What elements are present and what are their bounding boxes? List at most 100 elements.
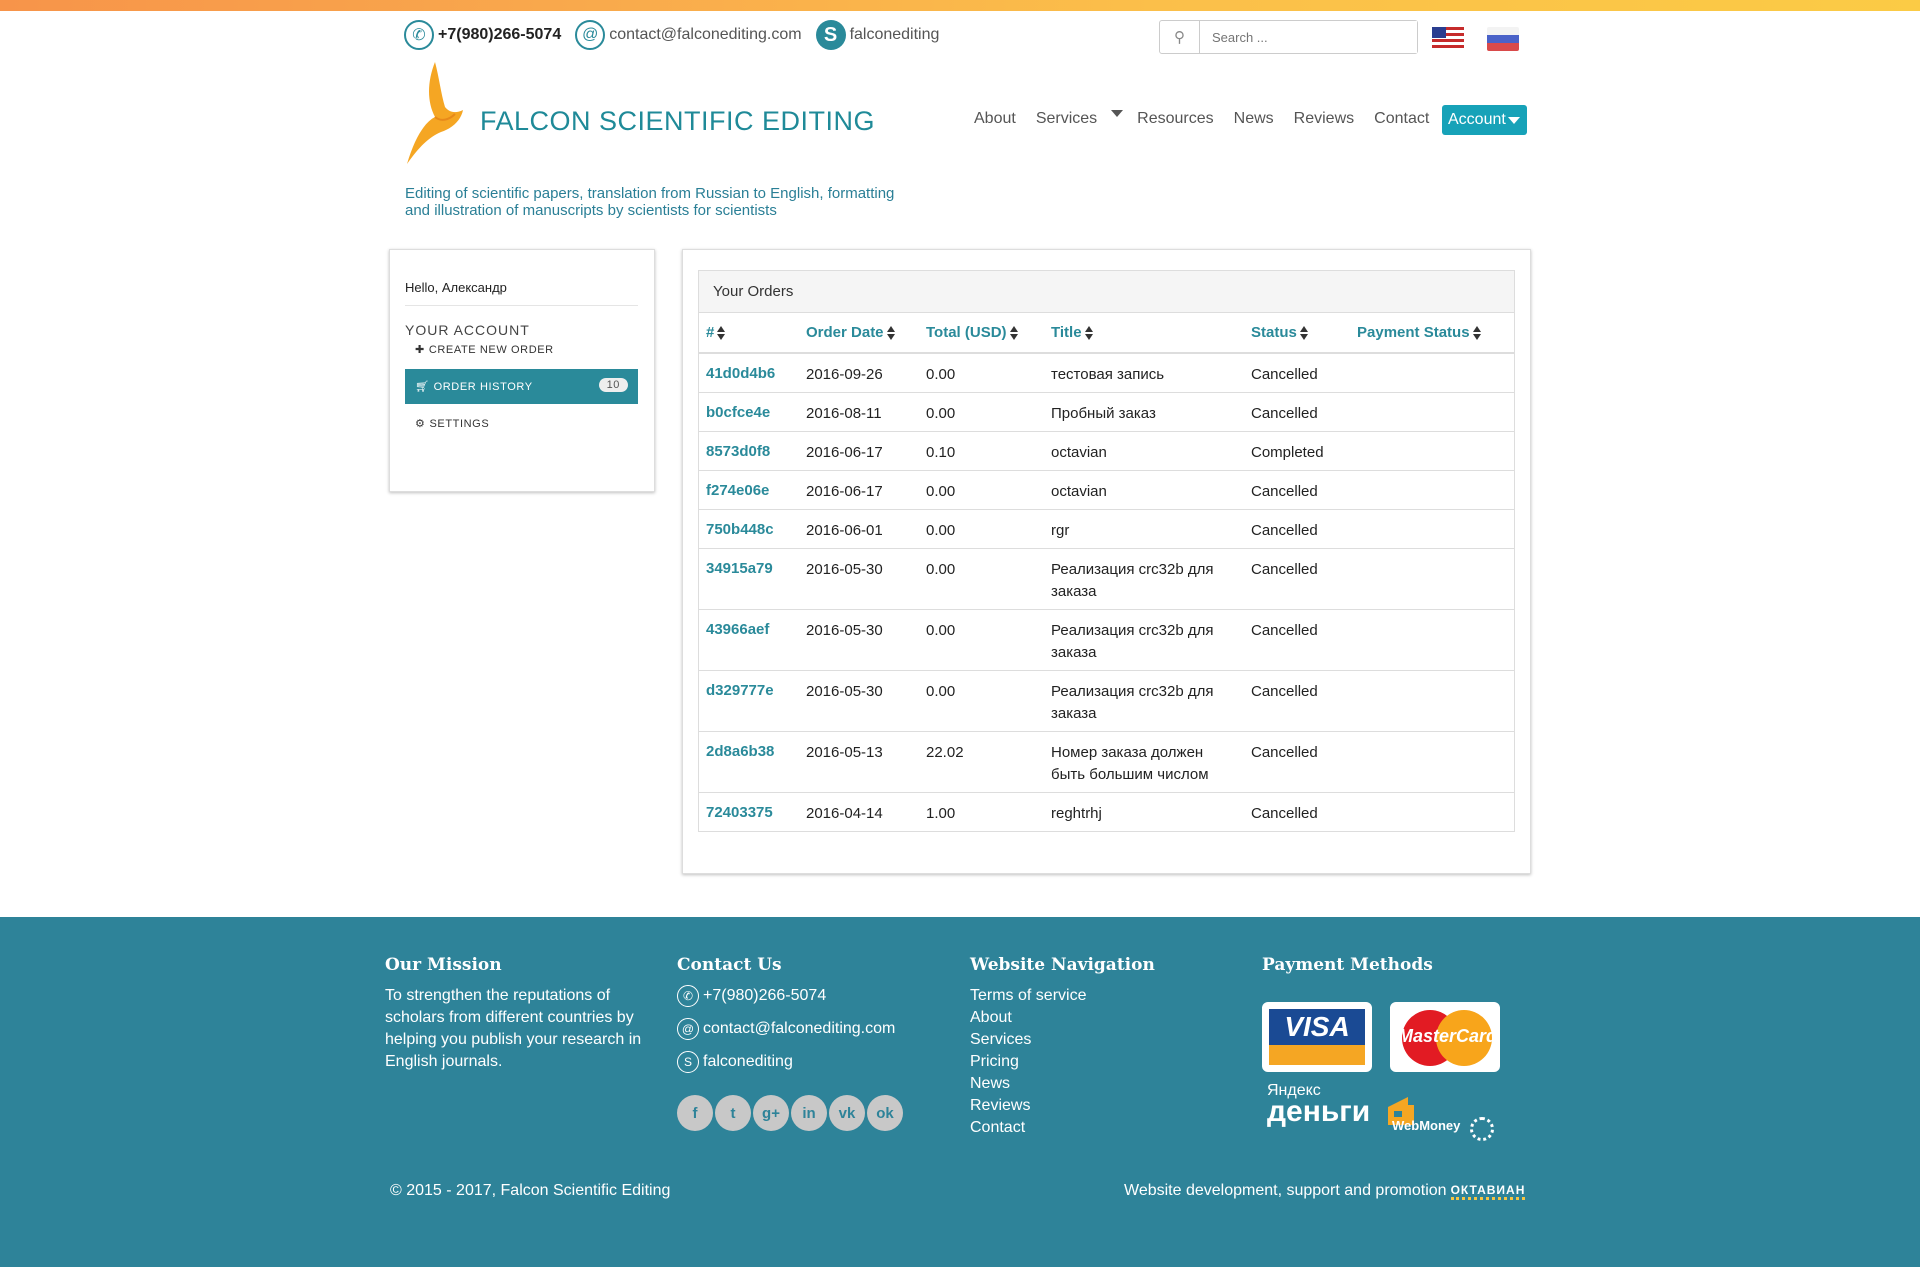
odnoklassniki-icon[interactable]: ok xyxy=(867,1095,903,1131)
divider xyxy=(405,305,638,306)
english-flag-icon[interactable] xyxy=(1432,27,1464,48)
order-date: 2016-06-01 xyxy=(799,508,919,548)
visa-text: VISA xyxy=(1269,1009,1365,1045)
footer-mission: Our Mission To strengthen the reputation… xyxy=(385,955,645,1073)
order-id-link[interactable]: b0cfce4e xyxy=(699,391,799,431)
table-row[interactable]: 43966aef 2016-05-30 0.00 Реализация crc32b … xyxy=(699,608,1514,670)
twitter-icon[interactable]: t xyxy=(715,1095,751,1131)
table-row[interactable]: 8573d0f8 2016-06-17 0.10 octavian Completed xyxy=(699,430,1514,470)
footer-heading: Contact Us xyxy=(677,955,782,975)
order-title: octavian xyxy=(1044,430,1244,470)
order-payment-status xyxy=(1350,791,1514,831)
table-row[interactable]: 34915a79 2016-05-30 0.00 Реализация crc32b … xyxy=(699,547,1514,609)
sidebar-item-settings[interactable]: ⚙ SETTINGS xyxy=(405,406,638,441)
google-plus-icon[interactable]: g+ xyxy=(753,1095,789,1131)
footer-skype-text: falconediting xyxy=(703,1053,793,1070)
footer-link-terms[interactable]: Terms of service xyxy=(970,985,1230,1007)
col-status[interactable]: Status xyxy=(1244,313,1350,354)
skype-icon: S xyxy=(677,1051,699,1073)
footer-link-reviews[interactable]: Reviews xyxy=(970,1095,1230,1117)
brand-name[interactable]: FALCON SCIENTIFIC EDITING xyxy=(480,106,875,137)
email-text: contact@falconediting.com xyxy=(609,26,802,43)
col-total[interactable]: Total (USD) xyxy=(919,313,1044,354)
vk-icon[interactable]: vk xyxy=(829,1095,865,1131)
order-date: 2016-04-14 xyxy=(799,791,919,831)
table-row[interactable]: 41d0d4b6 2016-09-26 0.00 тестовая запись Can… xyxy=(699,352,1514,392)
order-total: 0.00 xyxy=(919,608,1044,670)
order-date: 2016-06-17 xyxy=(799,469,919,509)
order-total: 0.00 xyxy=(919,547,1044,609)
order-id-link[interactable]: 8573d0f8 xyxy=(699,430,799,470)
order-date: 2016-06-17 xyxy=(799,430,919,470)
nav-about[interactable]: About xyxy=(974,110,1016,128)
sidebar-item-label: CREATE NEW ORDER xyxy=(428,343,554,356)
col-payment-status[interactable]: Payment Status xyxy=(1350,313,1514,354)
order-id-link[interactable]: 2d8a6b38 xyxy=(699,730,799,792)
col-id[interactable]: # xyxy=(699,313,799,354)
footer-skype[interactable]: Sfalconediting xyxy=(677,1051,937,1073)
nav-news[interactable]: News xyxy=(1234,110,1274,128)
column-header-label: Order Date xyxy=(806,324,884,341)
facebook-icon[interactable]: f xyxy=(677,1095,713,1131)
table-row[interactable]: 72403375 2016-04-14 1.00 reghtrhj Cancelled xyxy=(699,791,1514,831)
order-id-link[interactable]: 43966aef xyxy=(699,608,799,670)
nav-reviews[interactable]: Reviews xyxy=(1294,110,1354,128)
order-status: Cancelled xyxy=(1244,508,1350,548)
header-email[interactable]: @ contact@falconediting.com xyxy=(575,20,802,50)
col-order-date[interactable]: Order Date xyxy=(799,313,919,354)
footer-link-pricing[interactable]: Pricing xyxy=(970,1051,1230,1073)
linkedin-icon[interactable]: in xyxy=(791,1095,827,1131)
footer: Our Mission To strengthen the reputation… xyxy=(0,917,1920,1267)
sort-icon xyxy=(1084,326,1094,341)
footer-phone[interactable]: ✆ +7(980)266-5074 xyxy=(677,985,937,1007)
column-header-label: # xyxy=(706,324,715,341)
footer-link-services[interactable]: Services xyxy=(970,1029,1230,1051)
order-id-link[interactable]: 750b448c xyxy=(699,508,799,548)
search-input[interactable] xyxy=(1200,21,1417,53)
sidebar-item-order-history[interactable]: 🛒︎ ORDER HISTORY 10 xyxy=(405,369,638,404)
table-row[interactable]: b0cfce4e 2016-08-11 0.00 Пробный заказ Cance… xyxy=(699,391,1514,431)
order-total: 0.00 xyxy=(919,669,1044,731)
table-row[interactable]: 2d8a6b38 2016-05-13 22.02 Номер заказа долж… xyxy=(699,730,1514,792)
nav-services[interactable]: Services xyxy=(1036,110,1097,128)
nav-resources[interactable]: Resources xyxy=(1137,110,1213,128)
falcon-logo-icon[interactable] xyxy=(405,62,465,167)
sidebar-item-create-order[interactable]: ✚ CREATE NEW ORDER xyxy=(405,332,638,367)
order-payment-status xyxy=(1350,669,1514,731)
order-id-link[interactable]: d329777e xyxy=(699,669,799,731)
search-icon[interactable]: ⚲ xyxy=(1160,21,1200,53)
account-sidebar: Hello, Александр YOUR ACCOUNT ✚ CREATE N… xyxy=(389,249,655,492)
developer-credit[interactable]: Website development, support and promoti… xyxy=(1124,1182,1526,1200)
account-button[interactable]: Account xyxy=(1442,105,1527,135)
order-status: Cancelled xyxy=(1244,791,1350,831)
order-status: Cancelled xyxy=(1244,391,1350,431)
col-title[interactable]: Title xyxy=(1044,313,1244,354)
order-id-link[interactable]: 41d0d4b6 xyxy=(699,352,799,392)
footer-link-news[interactable]: News xyxy=(970,1073,1230,1095)
chevron-down-icon[interactable] xyxy=(1111,109,1124,117)
footer-email-text: contact@falconediting.com xyxy=(703,1020,896,1037)
header-skype[interactable]: S falconediting xyxy=(815,20,939,50)
order-status: Cancelled xyxy=(1244,352,1350,392)
order-id-link[interactable]: f274e06e xyxy=(699,469,799,509)
header-phone[interactable]: ✆ +7(980)266-5074 xyxy=(404,20,561,50)
order-id-link[interactable]: 72403375 xyxy=(699,791,799,831)
order-total: 0.00 xyxy=(919,391,1044,431)
footer-email[interactable]: @ contact@falconediting.com xyxy=(677,1018,937,1040)
phone-text: +7(980)266-5074 xyxy=(438,26,562,43)
order-total: 0.00 xyxy=(919,508,1044,548)
order-date: 2016-09-26 xyxy=(799,352,919,392)
table-row[interactable]: d329777e 2016-05-30 0.00 Реализация crc32b … xyxy=(699,669,1514,731)
order-payment-status xyxy=(1350,469,1514,509)
orders-container: Your Orders # Order Date Total (USD) Tit… xyxy=(682,249,1531,874)
footer-link-contact[interactable]: Contact xyxy=(970,1117,1230,1139)
table-row[interactable]: 750b448c 2016-06-01 0.00 rgr Cancelled xyxy=(699,508,1514,548)
column-header-label: Title xyxy=(1051,324,1082,341)
russian-flag-icon[interactable] xyxy=(1487,27,1519,51)
nav-contact[interactable]: Contact xyxy=(1374,110,1429,128)
sort-icon xyxy=(1299,326,1309,341)
search-box: ⚲ xyxy=(1159,20,1418,54)
footer-link-about[interactable]: About xyxy=(970,1007,1230,1029)
table-row[interactable]: f274e06e 2016-06-17 0.00 octavian Cancelled xyxy=(699,469,1514,509)
order-id-link[interactable]: 34915a79 xyxy=(699,547,799,609)
